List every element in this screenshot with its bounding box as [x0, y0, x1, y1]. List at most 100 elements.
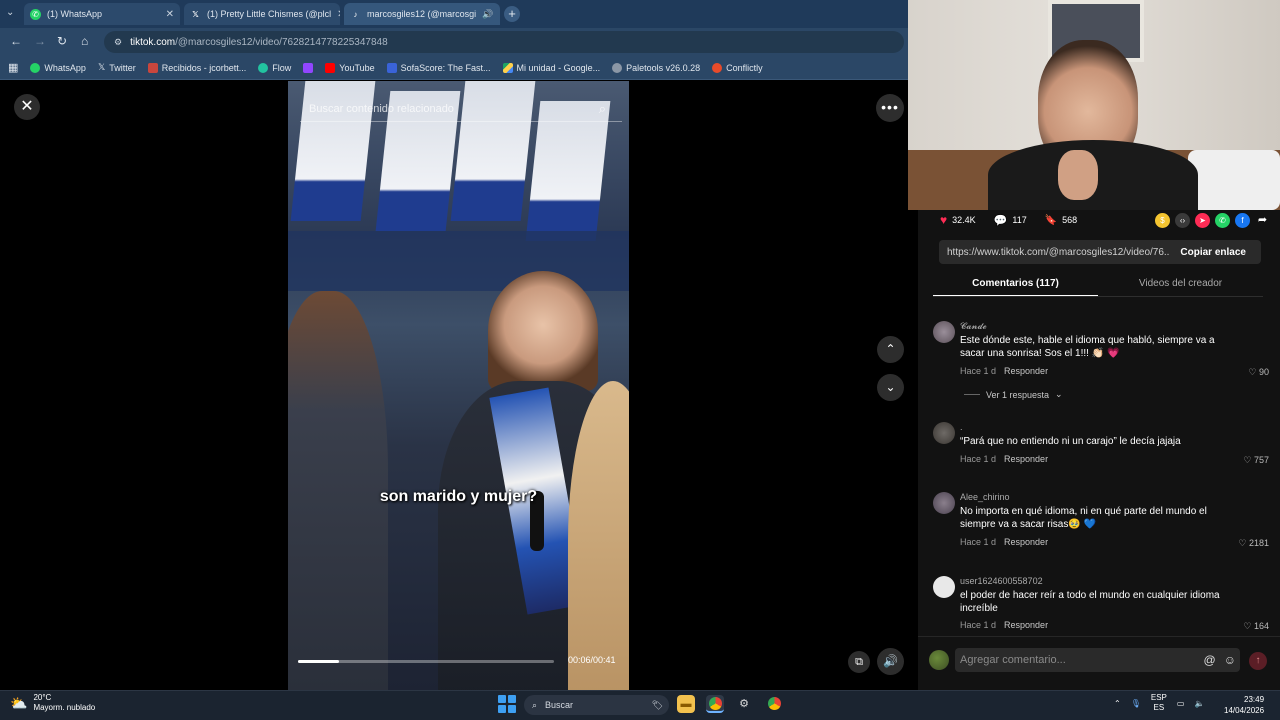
tab-whatsapp[interactable]: ✆ (1) WhatsApp ✕	[24, 3, 180, 25]
search-icon[interactable]: ⌕	[599, 101, 606, 117]
speaker-icon[interactable]: 🔈	[1194, 699, 1204, 708]
url-path: /@marcosgiles12/video/762821477822534784…	[175, 36, 388, 48]
audio-playing-icon[interactable]: 🔊	[482, 9, 493, 20]
back-icon[interactable]: ←	[10, 34, 22, 48]
apps-grid-icon[interactable]: ▦	[8, 61, 18, 74]
my-avatar[interactable]	[929, 650, 949, 670]
comment-item: user1624600558702 el poder de hacer reír…	[933, 576, 1273, 632]
tab-comments[interactable]: Comentarios (117)	[933, 274, 1098, 297]
url-field[interactable]: ⚙ tiktok.com/@marcosgiles12/video/762821…	[104, 31, 904, 53]
site-info-icon[interactable]: ⚙	[114, 37, 122, 48]
reply-button[interactable]: Responder	[1004, 620, 1048, 630]
mention-icon[interactable]: @	[1204, 653, 1216, 667]
file-explorer-icon[interactable]: ▬	[677, 695, 695, 713]
share-icons: $ ‹› ➤ ✆ f ➦	[1155, 212, 1270, 228]
next-video-button[interactable]: ⌄	[877, 374, 904, 401]
reload-icon[interactable]: ↻	[57, 34, 67, 48]
comment-text: Este dónde este, hable el idioma que hab…	[960, 335, 1215, 359]
search-highlight-icon: 🏷	[651, 699, 663, 710]
comments-button[interactable]: 💬 117	[994, 214, 1027, 227]
avatar[interactable]	[933, 576, 955, 598]
chevron-up-icon[interactable]: ⌃	[1114, 699, 1121, 708]
bookmark-youtube[interactable]: YouTube	[325, 62, 375, 73]
bookmark-flow[interactable]: Flow	[258, 62, 291, 73]
tab-search-chevron-icon[interactable]: ⌄	[6, 7, 14, 18]
url-host: tiktok.com	[130, 36, 176, 48]
clock[interactable]: 23:49 14/04/2026	[1224, 694, 1264, 716]
heart-outline-icon: ♡	[1248, 367, 1257, 377]
tab-creator-videos[interactable]: Videos del creador	[1098, 274, 1263, 297]
pillow-graphic	[1188, 150, 1280, 210]
home-icon[interactable]: ⌂	[81, 34, 88, 48]
comment-likes[interactable]: ♡ 2181	[1238, 538, 1269, 549]
comment-likes[interactable]: ♡ 90	[1248, 367, 1269, 378]
view-replies-button[interactable]: Ver 1 respuesta ⌄	[964, 389, 1063, 400]
bookmark-google-drive[interactable]: Mi unidad - Google...	[502, 62, 600, 73]
address-bar: ← → ↻ ⌂ ⚙ tiktok.com/@marcosgiles12/vide…	[0, 28, 908, 56]
related-search-input[interactable]: Buscar contenido relacionado ⌕	[300, 96, 622, 122]
comment-meta: Hace 1 d Responder	[960, 620, 1049, 630]
comment-username[interactable]: 𝓒𝓪𝓷𝓭𝓮	[960, 321, 987, 332]
avatar[interactable]	[933, 321, 955, 343]
more-options-button[interactable]: •••	[876, 94, 904, 122]
tab-x[interactable]: 𝕏 (1) Pretty Little Chismes (@plcl ✕	[184, 3, 340, 25]
like-button[interactable]: ♥ 32.4K	[940, 213, 976, 227]
previous-video-button[interactable]: ⌃	[877, 336, 904, 363]
report-icon[interactable]: ⧉	[848, 651, 870, 673]
embed-icon[interactable]: ‹›	[1175, 212, 1190, 228]
save-button[interactable]: 🔖 568	[1045, 215, 1077, 226]
send-icon[interactable]: ➤	[1195, 212, 1210, 228]
avatar[interactable]	[933, 422, 955, 444]
bookmark-recibidos[interactable]: Recibidos - jcorbett...	[147, 62, 246, 73]
chrome-profile-icon[interactable]	[765, 695, 783, 713]
youtube-icon	[325, 62, 336, 73]
share-arrow-icon[interactable]: ➦	[1255, 213, 1270, 228]
reply-button[interactable]: Responder	[1004, 454, 1048, 464]
emoji-icon[interactable]: ☺	[1224, 653, 1236, 667]
video-player[interactable]	[288, 81, 629, 690]
mail-icon	[147, 62, 158, 73]
video-actions: ♥ 32.4K 💬 117 🔖 568 $ ‹› ➤ ✆ f ➦	[940, 210, 1270, 230]
chrome-icon[interactable]	[706, 695, 724, 713]
weather-widget[interactable]: ⛅ 20°C Mayorm. nublado	[10, 693, 95, 713]
tab-tiktok[interactable]: ♪ marcosgiles12 (@marcosgi 🔊 ✕	[344, 3, 500, 25]
divider-line	[964, 394, 980, 395]
comment-input[interactable]: Agregar comentario... @ ☺	[955, 648, 1240, 672]
forward-icon[interactable]: →	[34, 34, 46, 48]
comment-username[interactable]: user1624600558702	[960, 576, 1043, 586]
comment-username[interactable]: Alee_chirino	[960, 492, 1010, 502]
bookmark-twitter[interactable]: 𝕏 Twitter	[98, 62, 136, 73]
comment-likes[interactable]: ♡ 757	[1243, 455, 1269, 466]
volume-button[interactable]: 🔊	[877, 648, 904, 675]
bookmark-paletools[interactable]: Paletools v26.0.28	[612, 62, 700, 73]
comment-likes[interactable]: ♡ 164	[1243, 621, 1269, 632]
post-comment-button[interactable]: ↑	[1249, 652, 1267, 670]
comment-username[interactable]: .	[960, 422, 963, 432]
link-box: https://www.tiktok.com/@marcosgiles12/vi…	[939, 240, 1261, 264]
bookmark-twitch[interactable]	[303, 62, 314, 73]
close-video-button[interactable]: ✕	[14, 94, 40, 120]
coin-icon[interactable]: $	[1155, 212, 1170, 228]
network-icon[interactable]: ▭	[1177, 699, 1185, 708]
bookmark-whatsapp[interactable]: WhatsApp	[30, 62, 86, 73]
close-tab-icon[interactable]: ✕	[166, 9, 174, 20]
whatsapp-share-icon[interactable]: ✆	[1215, 212, 1230, 228]
microphone-icon[interactable]: 🎙	[1131, 699, 1141, 708]
taskbar-search[interactable]: ⌕ Buscar 🏷	[524, 695, 669, 715]
start-button[interactable]	[498, 695, 516, 713]
bookmark-sofascore[interactable]: SofaScore: The Fast...	[386, 62, 491, 73]
language-indicator[interactable]: ESP ES	[1151, 693, 1167, 713]
close-tab-icon[interactable]: ✕	[337, 9, 340, 20]
bookmark-conflictly[interactable]: Conflictly	[712, 62, 763, 73]
search-icon: ⌕	[532, 699, 538, 710]
comment-text: “Pará que no entiendo ni un carajo” le d…	[960, 436, 1181, 447]
comment-item: . “Pará que no entiendo ni un carajo” le…	[933, 422, 1273, 466]
video-link[interactable]: https://www.tiktok.com/@marcosgiles12/vi…	[939, 247, 1170, 258]
avatar[interactable]	[933, 492, 955, 514]
reply-button[interactable]: Responder	[1004, 366, 1048, 376]
copy-link-button[interactable]: Copiar enlace	[1170, 247, 1261, 258]
app-gear-icon[interactable]: ⚙	[735, 695, 753, 713]
reply-button[interactable]: Responder	[1004, 537, 1048, 547]
facebook-share-icon[interactable]: f	[1235, 212, 1250, 228]
new-tab-button[interactable]: +	[504, 6, 520, 22]
